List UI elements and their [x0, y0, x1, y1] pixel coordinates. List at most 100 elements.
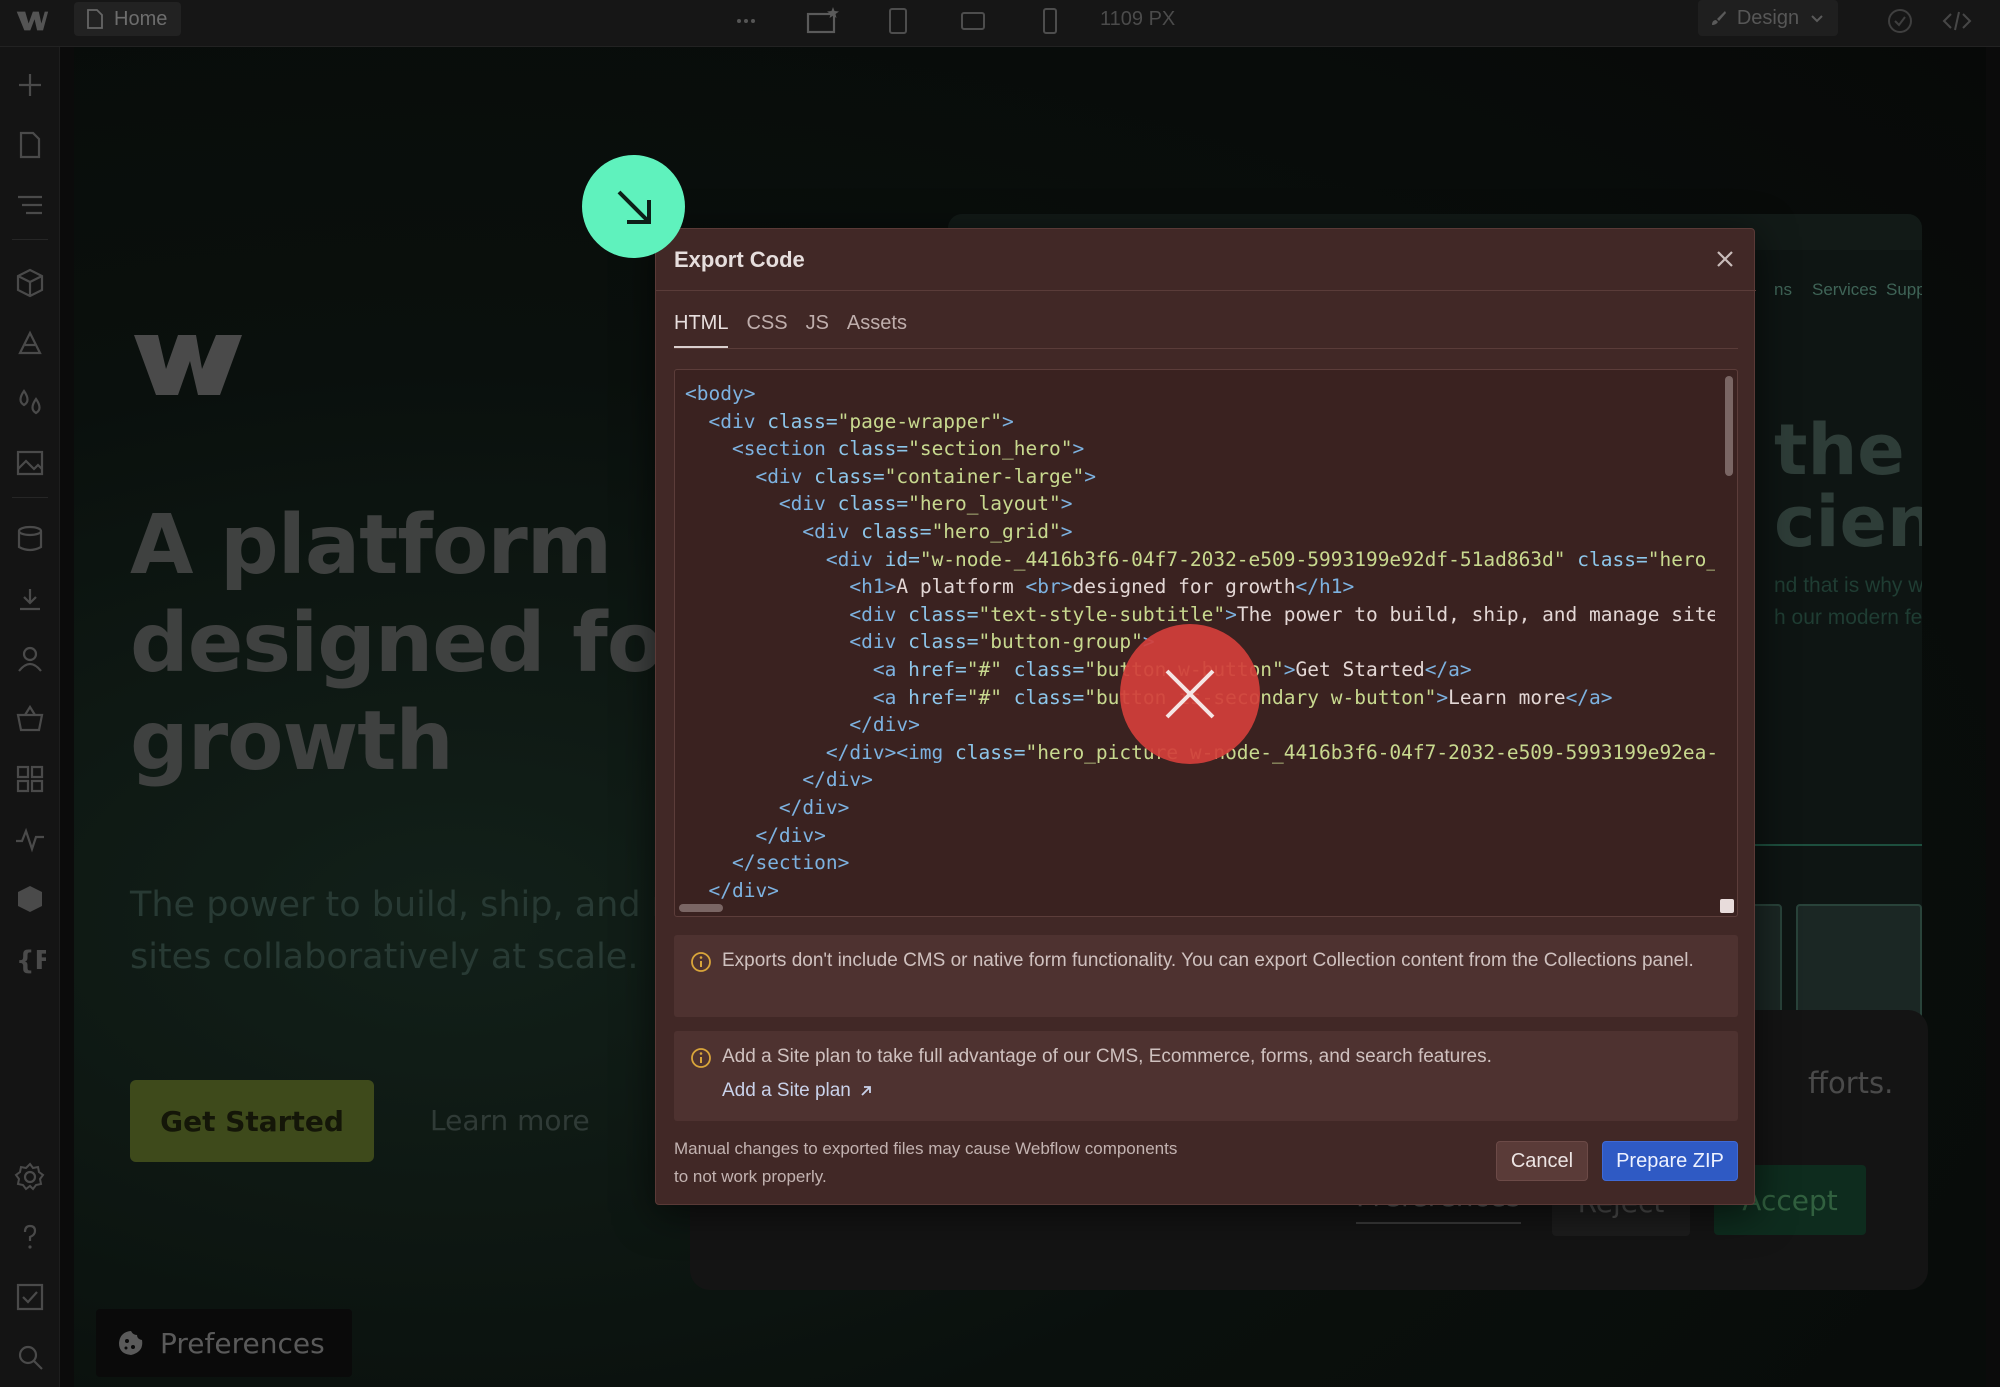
pages-icon[interactable] — [14, 129, 46, 161]
navigator-icon[interactable] — [14, 189, 46, 221]
sidebar-divider — [12, 239, 48, 240]
code-token: </h1> — [1295, 575, 1355, 599]
audit-icon[interactable] — [14, 1281, 46, 1313]
insights-icon[interactable] — [14, 823, 46, 855]
code-token: </a> — [1565, 685, 1613, 709]
code-token: </a> — [1424, 657, 1472, 681]
users-icon[interactable] — [14, 643, 46, 675]
page-icon — [87, 9, 103, 29]
code-token: class= — [1002, 657, 1085, 681]
code-token: </div> — [755, 823, 826, 847]
code-token: Get Started — [1295, 657, 1425, 681]
tablet-icon[interactable] — [888, 6, 908, 36]
code-token: <section — [731, 437, 838, 461]
resize-handle[interactable] — [1720, 899, 1734, 913]
code-line: <div class="container-large"> — [685, 463, 1715, 491]
code-line: </div> — [685, 822, 1715, 850]
code-token: </div> — [849, 713, 920, 737]
webflow-logo-icon[interactable] — [12, 6, 52, 40]
footnote-line: Manual changes to exported files may cau… — [674, 1139, 1178, 1158]
code-icon[interactable] — [1942, 6, 1972, 36]
tab-assets[interactable]: Assets — [847, 309, 907, 349]
code-token: <div — [849, 602, 909, 626]
code-token: href= — [908, 657, 967, 681]
design-mode-button[interactable]: Design — [1698, 0, 1838, 36]
tablet-landscape-icon[interactable] — [960, 6, 986, 36]
code-line: </section> — [685, 849, 1715, 877]
logic-icon[interactable]: {F — [14, 943, 52, 976]
get-started-button[interactable]: Get Started — [130, 1080, 374, 1162]
tab-html[interactable]: HTML — [674, 309, 729, 349]
cookie-text: fforts. — [1808, 1066, 1894, 1100]
code-token: > — [1002, 409, 1014, 433]
code-token: "button-group" — [978, 630, 1143, 654]
code-token: <br> — [1025, 575, 1073, 599]
code-token: "#" — [966, 657, 1003, 681]
help-icon[interactable] — [14, 1221, 46, 1253]
code-line: <div id="w-node-_4416b3f6-04f7-2032-e509… — [685, 546, 1715, 574]
current-page-tab[interactable]: Home — [74, 2, 182, 36]
code-token: class= — [814, 464, 885, 488]
ecommerce-icon[interactable] — [14, 703, 46, 735]
external-link-icon — [861, 1086, 871, 1096]
variables-icon[interactable] — [14, 387, 46, 419]
code-line: <div class="page-wrapper"> — [685, 408, 1715, 436]
cancel-button[interactable]: Cancel — [1496, 1141, 1588, 1181]
add-site-plan-link[interactable]: Add a Site plan — [722, 1077, 873, 1105]
tabs-divider — [674, 348, 1738, 349]
code-line: <div class="hero_layout"> — [685, 490, 1715, 518]
preview-title-line: cient th — [1774, 481, 1922, 563]
code-token: <div — [849, 630, 909, 654]
code-token: </div> — [802, 768, 873, 792]
left-sidebar: {F — [0, 47, 60, 1387]
prepare-zip-button[interactable]: Prepare ZIP — [1602, 1141, 1738, 1181]
code-token: <a — [872, 685, 909, 709]
tab-css[interactable]: CSS — [746, 309, 787, 349]
horizontal-scrollbar[interactable] — [679, 904, 723, 912]
settings-icon[interactable] — [14, 1161, 46, 1193]
assets-icon[interactable] — [14, 447, 46, 479]
design-mode-label: Design — [1736, 6, 1800, 29]
code-token: href= — [908, 685, 967, 709]
close-icon[interactable] — [1712, 246, 1738, 272]
code-token: class= — [1002, 685, 1085, 709]
code-token: > — [1060, 519, 1073, 543]
learn-more-link[interactable]: Learn more — [430, 1097, 590, 1145]
styles-icon[interactable] — [14, 327, 46, 359]
close-x-marker-icon — [1120, 624, 1260, 764]
code-token: "hero_picture w-node-_4416b3f6-04f7-2032… — [1025, 740, 1715, 764]
components-icon[interactable] — [14, 267, 46, 299]
cookie-icon — [119, 1331, 143, 1355]
preferences-pill-button[interactable]: Preferences — [96, 1309, 352, 1377]
code-token: <div — [825, 547, 885, 571]
apps-icon[interactable] — [14, 583, 46, 615]
code-token: "hero_c — [1647, 547, 1715, 571]
brush-icon — [1711, 11, 1726, 25]
footnote-line: to not work properly. — [674, 1167, 827, 1186]
more-icon[interactable] — [736, 6, 756, 36]
libraries-icon[interactable] — [14, 763, 46, 795]
vertical-scrollbar[interactable] — [1725, 376, 1733, 476]
code-token: class= — [955, 740, 1026, 764]
phone-icon[interactable] — [1042, 6, 1058, 36]
code-token: </div> — [708, 878, 779, 902]
cms-icon[interactable] — [14, 523, 46, 555]
preview-title: the hi cient th — [1774, 414, 1922, 558]
preview-subtitle: nd that is why we h our modern fe — [1774, 570, 1922, 634]
tab-js[interactable]: JS — [806, 309, 829, 349]
svg-text:{F: {F — [16, 946, 46, 975]
site-logo-icon — [134, 335, 242, 395]
code-token: A platform — [896, 575, 1026, 599]
add-icon[interactable] — [14, 69, 46, 101]
code-token: "container-large" — [884, 464, 1085, 488]
desktop-star-icon[interactable] — [806, 6, 840, 36]
code-token: class= — [837, 437, 909, 461]
check-circle-icon[interactable] — [1886, 6, 1914, 36]
localization-icon[interactable] — [14, 883, 46, 915]
search-icon[interactable] — [14, 1341, 46, 1373]
